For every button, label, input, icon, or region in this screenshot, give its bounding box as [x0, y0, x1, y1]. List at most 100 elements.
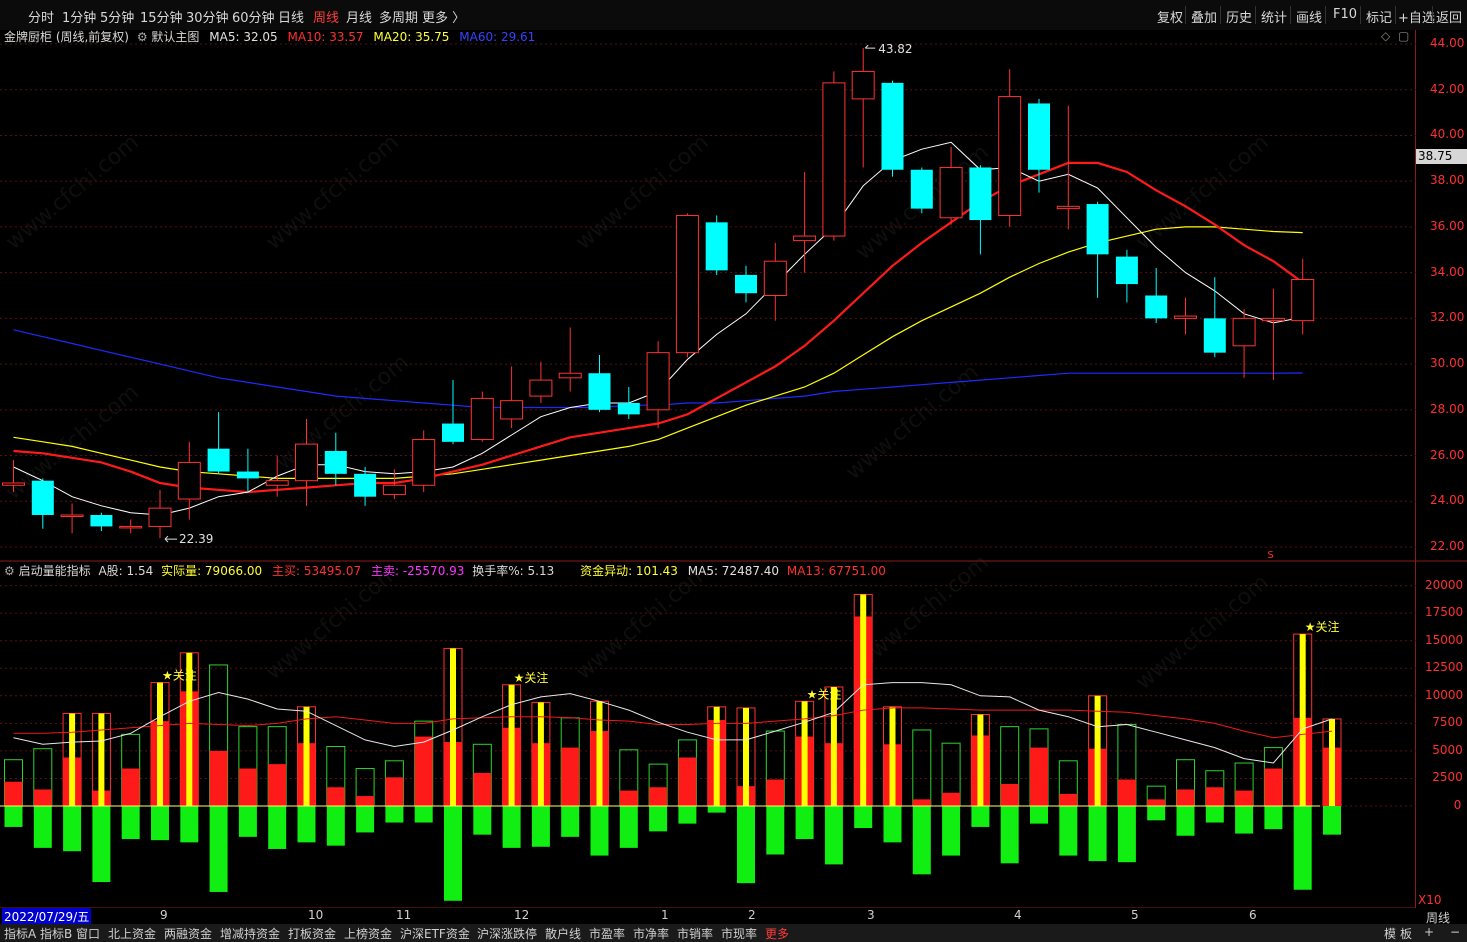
stock-title[interactable]: 金牌厨柜 (周线,前复权): [4, 30, 129, 44]
month-label: 6: [1249, 908, 1257, 922]
volume-buy-bar: [209, 750, 228, 806]
tab-retail-line[interactable]: 散户线: [545, 925, 581, 942]
volume-yellow-bar: [801, 701, 808, 806]
volume-yellow-bar: [537, 702, 544, 806]
tab-indicator-a[interactable]: 指标A: [4, 925, 36, 942]
candle-body: [851, 70, 875, 100]
volume-sell-bar: [1176, 806, 1195, 836]
volume-buy-bar: [678, 757, 697, 806]
candle-body: [382, 484, 406, 495]
volume-buy-bar: [766, 779, 785, 806]
candle-body: [646, 352, 670, 411]
settings-icon[interactable]: ⚙: [4, 564, 15, 578]
volume-tick: 0: [1453, 798, 1462, 812]
volume-sell-bar: [942, 806, 961, 856]
candle-body: [177, 461, 201, 500]
vol-ma13-line: [13, 707, 1333, 739]
volume-sell-bar: [1264, 806, 1283, 830]
volume-sell-bar: [1235, 806, 1254, 834]
volume-sell-bar: [619, 806, 638, 848]
volume-buy-bar: [4, 781, 23, 806]
volume-sell-bar: [4, 806, 23, 827]
tab-more[interactable]: 更多: [765, 925, 789, 942]
tab-limit-updown[interactable]: 沪深涨跌停: [477, 925, 537, 942]
board-button[interactable]: 板: [1400, 925, 1412, 942]
zoom-in-button[interactable]: +: [1424, 925, 1434, 939]
month-label: 11: [396, 908, 412, 922]
volume-sell-bar: [121, 806, 140, 840]
candle-body: [558, 372, 582, 379]
indicator-name[interactable]: 启动量能指标: [19, 564, 91, 578]
volume-outline: [912, 729, 932, 807]
volume-yellow-bar: [98, 713, 105, 806]
mode-button[interactable]: 模: [1384, 925, 1396, 942]
diamond-icon[interactable]: ◇: [1381, 29, 1390, 43]
tab-indicator-b[interactable]: 指标B: [40, 925, 72, 942]
low-price-label: 22.39: [179, 532, 213, 546]
current-price-tag: 38.75: [1416, 149, 1467, 164]
volume-sell-bar: [473, 806, 492, 835]
settings-icon[interactable]: ⚙: [137, 30, 148, 44]
capital-anomaly-value: 资金异动: 101.43: [580, 564, 678, 578]
a-share-value: A股: 1.54: [98, 564, 154, 578]
tab-pe[interactable]: 市盈率: [589, 925, 625, 942]
volume-sell-bar: [912, 806, 931, 875]
tab-limit-capital[interactable]: 打板资金: [288, 925, 336, 942]
month-label: 10: [308, 908, 324, 922]
volume-yellow-bar: [596, 701, 603, 806]
high-arrow-icon: [864, 44, 876, 49]
chart-canvas[interactable]: 43.82 22.39 S ★关注 ★关注 ★关注 ★关注: [0, 0, 1467, 942]
volume-buy-bar: [121, 768, 140, 806]
tab-pb[interactable]: 市净率: [633, 925, 669, 942]
zoom-out-button[interactable]: −: [1450, 925, 1460, 939]
volume-tick: 17500: [1425, 605, 1464, 620]
candle-body: [1145, 295, 1168, 319]
sub-legend: ⚙ 启动量能指标 A股: 1.54 实际量: 79066.00 主买: 5349…: [4, 562, 886, 579]
actual-vol-value: 实际量: 79066.00: [161, 564, 263, 578]
attention-label: ★关注: [1305, 619, 1340, 634]
volume-buy-bar: [33, 789, 52, 806]
price-tick: 32.00: [1430, 310, 1465, 325]
tab-ps[interactable]: 市销率: [677, 925, 713, 942]
candle-body: [500, 400, 524, 420]
candle-body: [881, 82, 904, 170]
tab-etf[interactable]: 沪深ETF资金: [400, 925, 470, 942]
attention-label: ★关注: [162, 668, 197, 683]
volume-buy-bar: [1000, 783, 1019, 806]
ma5-legend: MA5: 32.05: [209, 30, 278, 44]
tab-northbound[interactable]: 北上资金: [108, 925, 156, 942]
price-tick: 38.00: [1430, 173, 1465, 188]
volume-sell-bar: [883, 806, 902, 843]
volume-buy-bar: [473, 772, 492, 806]
ma60-legend: MA60: 29.61: [459, 30, 536, 44]
candle-body: [763, 260, 787, 297]
tab-pcf[interactable]: 市现率: [721, 925, 757, 942]
template-label[interactable]: 默认主图: [151, 30, 199, 44]
volume-yellow-bar: [157, 682, 163, 806]
tab-holdings[interactable]: 增减持资金: [220, 925, 280, 942]
volume-yellow-bar: [508, 684, 515, 806]
turnover-value: 换手率%: 5.13: [472, 564, 555, 578]
price-tick: 24.00: [1430, 493, 1465, 508]
price-tick: 36.00: [1430, 218, 1465, 233]
candle-body: [324, 450, 347, 474]
tab-window[interactable]: 窗口: [76, 925, 100, 942]
ma10-line: [13, 161, 1304, 494]
volume-sell-bar: [209, 806, 228, 892]
candle-body: [412, 439, 436, 486]
volume-buy-bar: [619, 790, 638, 806]
candle-body: [529, 379, 553, 397]
volume-sell-bar: [414, 806, 433, 823]
candle-body: [90, 514, 113, 527]
main-sell-value: 主卖: -25570.93: [370, 564, 465, 578]
candle-body: [735, 274, 757, 294]
month-label: 2: [748, 908, 756, 922]
price-tick: 26.00: [1430, 447, 1465, 462]
volume-buy-bar: [1235, 790, 1254, 806]
volume-buy-bar: [1030, 747, 1048, 806]
window-icon[interactable]: ▢: [1398, 29, 1409, 43]
tab-list-capital[interactable]: 上榜资金: [344, 925, 392, 942]
date-axis: 2022/07/29/五 9 10 11 12 1 2 3 4 5 6: [0, 908, 1416, 925]
tab-margin[interactable]: 两融资金: [164, 925, 212, 942]
price-tick: 28.00: [1430, 401, 1465, 416]
